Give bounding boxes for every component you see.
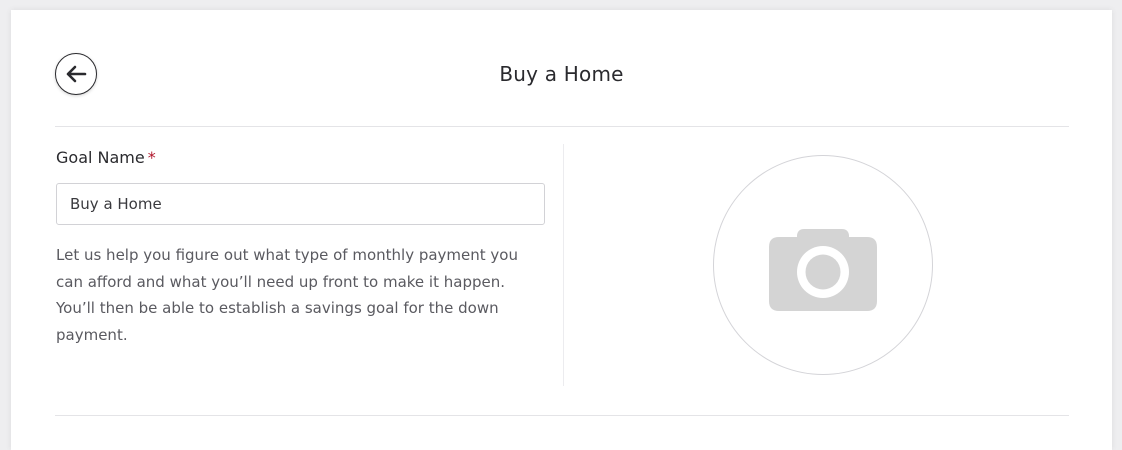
goal-name-label: Goal Name * xyxy=(56,148,156,167)
photo-upload-button[interactable] xyxy=(713,155,933,375)
page-title: Buy a Home xyxy=(499,62,624,86)
goal-description: Let us help you figure out what type of … xyxy=(56,246,518,344)
column-divider xyxy=(563,144,564,386)
camera-icon xyxy=(769,229,877,311)
goal-name-label-text: Goal Name xyxy=(56,148,145,167)
goal-card: Buy a Home Goal Name* Let us help you fi… xyxy=(11,10,1112,450)
footer-divider xyxy=(55,415,1069,416)
required-marker: * xyxy=(147,148,156,167)
header-divider xyxy=(55,126,1069,127)
goal-name-input[interactable] xyxy=(56,183,545,225)
